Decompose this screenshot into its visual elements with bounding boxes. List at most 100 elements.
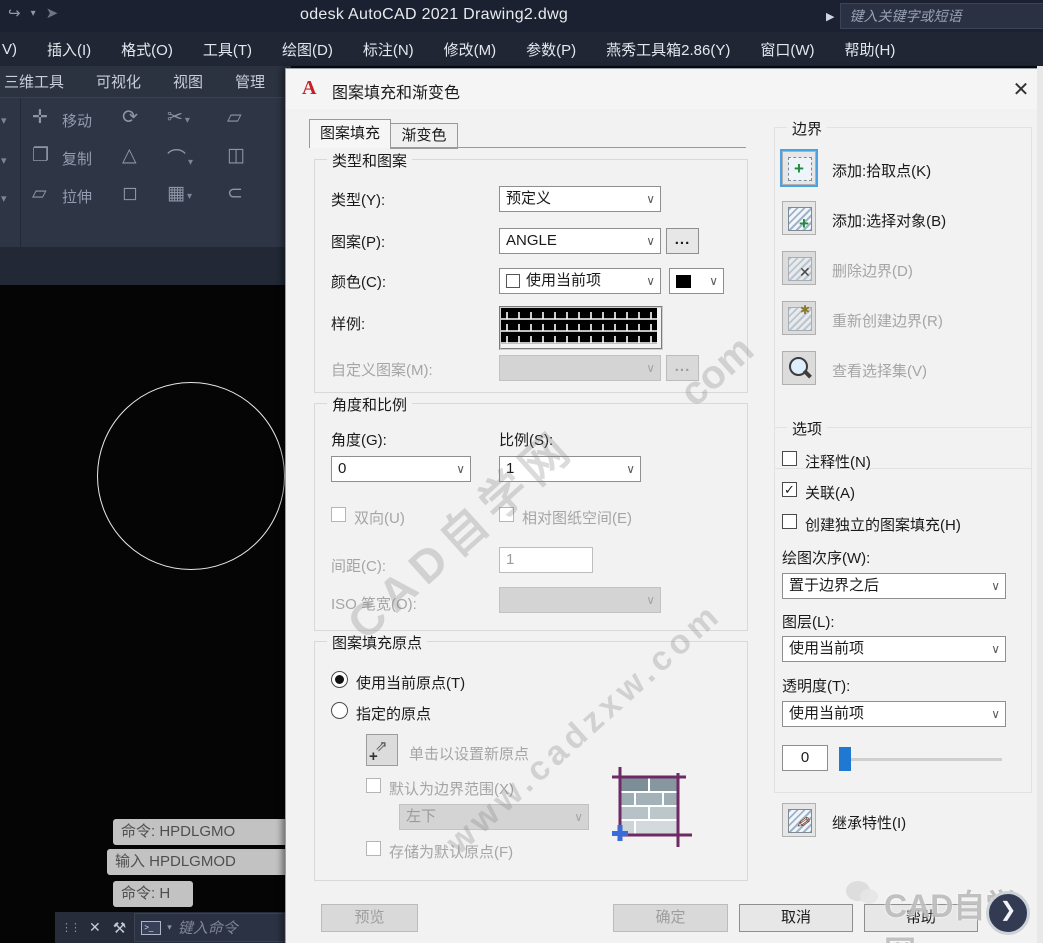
ribbon-tab-view[interactable]: 视图 — [173, 71, 203, 92]
tab-hatch[interactable]: 图案填充 — [309, 119, 391, 148]
inherit-properties-button[interactable]: ✎ — [782, 803, 816, 837]
chevron-down-icon: ∨ — [574, 805, 583, 829]
menu-draw[interactable]: 绘图(D) — [282, 39, 333, 60]
pattern-select[interactable]: ANGLE∨ — [499, 228, 661, 254]
next-arrow-button[interactable]: ❯ — [986, 891, 1030, 935]
transparency-slider-handle[interactable] — [839, 747, 851, 771]
search-go-icon[interactable]: ▶ — [826, 10, 834, 23]
specified-origin-radio[interactable] — [331, 702, 348, 719]
chevron-down-icon: ∨ — [646, 229, 655, 253]
window-title: odesk AutoCAD 2021 Drawing2.dwg — [300, 6, 568, 24]
fillet-icon[interactable]: ⌒▾ — [167, 144, 193, 171]
copy-icon[interactable]: ❐ — [32, 144, 49, 167]
edge-caret-icon[interactable]: ▾ — [1, 192, 7, 205]
menu-modify[interactable]: 修改(M) — [444, 39, 497, 60]
layer-select[interactable]: 使用当前项∨ — [782, 636, 1006, 662]
rotate-icon[interactable]: ⟳ — [122, 106, 138, 129]
scale-select[interactable]: 1∨ — [499, 456, 641, 482]
edge-caret-icon[interactable]: ▾ — [1, 154, 7, 167]
annotative-checkbox[interactable] — [782, 451, 797, 466]
titlebar: ↪ ▾ ➤ odesk AutoCAD 2021 Drawing2.dwg ▶ … — [0, 0, 1043, 32]
menu-window[interactable]: 窗口(W) — [760, 39, 814, 60]
menu-format[interactable]: 格式(O) — [121, 39, 173, 60]
add-pick-points-button[interactable]: + — [782, 151, 816, 185]
transparency-select[interactable]: 使用当前项∨ — [782, 701, 1006, 727]
drag-handle-icon[interactable]: ⋮⋮ — [61, 921, 79, 934]
command-input[interactable]: >_ ▾ 键入命令 — [134, 913, 285, 942]
menu-yanxiu-toolbox[interactable]: 燕秀工具箱2.86(Y) — [606, 39, 730, 60]
inherit-properties-label: 继承特性(I) — [832, 812, 906, 833]
hatch-gradient-dialog: A 图案填充和渐变色 ✕ 图案填充 渐变色 类型和图案 类型(Y): 预定义∨ … — [285, 68, 1039, 943]
close-cmdbar-icon[interactable]: ✕ — [89, 919, 101, 936]
menu-tools[interactable]: 工具(T) — [203, 39, 252, 60]
command-placeholder: 键入命令 — [178, 917, 238, 938]
box-icon[interactable]: ◫ — [227, 144, 245, 167]
pattern-browse-button[interactable]: ... — [666, 228, 699, 254]
spacing-input: 1 — [499, 547, 593, 573]
ribbon: 三维工具 可视化 视图 管理 ▾ ▾ ▾ ✛ 移动 ⟳ ✂▾ ▱ ❐ 复制 △ … — [0, 66, 291, 247]
help-search-input[interactable]: 键入关键字或短语 — [840, 3, 1043, 29]
fillet-caret-icon: ▾ — [188, 157, 193, 168]
drawn-circle[interactable] — [97, 382, 285, 570]
drawing-canvas[interactable]: 命令: HPDLGMO 输入 HPDLGMOD 命令: H ⋮⋮ ✕ ⚒ >_ … — [0, 285, 285, 943]
help-button[interactable]: 帮助 — [864, 904, 978, 932]
menu-help[interactable]: 帮助(H) — [845, 39, 896, 60]
separate-hatches-checkbox[interactable] — [782, 514, 797, 529]
prompt-icon: >_ — [141, 921, 161, 935]
add-select-objects-button[interactable]: + — [782, 201, 816, 235]
ribbon-tab-manage[interactable]: 管理 — [235, 71, 265, 92]
trim-icon[interactable]: ✂▾ — [167, 106, 190, 129]
cmd-history-2: 输入 HPDLGMOD — [107, 849, 301, 875]
layer-label: 图层(L): — [782, 611, 835, 632]
array-icon[interactable]: ▦▾ — [167, 182, 192, 205]
wrench-icon[interactable]: ⚒ — [113, 919, 126, 937]
erase-icon[interactable]: ▱ — [227, 106, 242, 129]
tab-gradient[interactable]: 渐变色 — [390, 123, 458, 149]
dialog-title: 图案填充和渐变色 — [332, 79, 460, 103]
qat-tool-icon[interactable]: ➤ — [46, 4, 59, 22]
stretch-label[interactable]: 拉伸 — [62, 186, 92, 207]
color-select[interactable]: 使用当前项∨ — [499, 268, 661, 294]
ribbon-tab-visualize[interactable]: 可视化 — [96, 71, 141, 92]
move-label[interactable]: 移动 — [62, 110, 92, 131]
edge-caret-icon[interactable]: ▾ — [1, 114, 7, 127]
cmd-history-3: 命令: H — [113, 881, 193, 907]
prompt-caret-icon[interactable]: ▾ — [167, 922, 172, 933]
background-color-select[interactable]: ∨ — [669, 268, 724, 294]
cancel-button[interactable]: 取消 — [739, 904, 853, 932]
view-selections-label: 查看选择集(V) — [832, 360, 927, 381]
stretch-icon[interactable]: ▱ — [32, 182, 47, 205]
copy-label[interactable]: 复制 — [62, 148, 92, 169]
redo-caret-icon[interactable]: ▾ — [31, 8, 36, 19]
click-set-origin-label: 单击以设置新原点 — [409, 743, 529, 764]
transparency-slider-track[interactable] — [842, 758, 1002, 761]
mirror-icon[interactable]: △ — [122, 144, 137, 167]
file-tab-strip — [0, 247, 291, 286]
move-icon[interactable]: ✛ — [32, 106, 48, 129]
pattern-sample-swatch[interactable] — [499, 306, 663, 350]
chevron-down-icon: ∨ — [991, 574, 1000, 598]
dialog-titlebar[interactable]: A 图案填充和渐变色 ✕ — [286, 69, 1038, 109]
iso-penwidth-select: ∨ — [499, 587, 661, 613]
draw-order-select[interactable]: 置于边界之后∨ — [782, 573, 1006, 599]
default-extents-label: 默认为边界范围(X) — [389, 778, 514, 799]
menu-insert[interactable]: 插入(I) — [47, 39, 91, 60]
menu-parametric[interactable]: 参数(P) — [526, 39, 576, 60]
add-select-objects-label: 添加:选择对象(B) — [832, 210, 946, 231]
ribbon-tab-3dtools[interactable]: 三维工具 — [4, 71, 64, 92]
type-pattern-group-title: 类型和图案 — [327, 150, 412, 171]
menu-dimension[interactable]: 标注(N) — [363, 39, 414, 60]
menu-view-partial[interactable]: V) — [2, 41, 17, 58]
use-current-origin-radio[interactable] — [331, 671, 348, 688]
scale-icon[interactable]: ◻ — [122, 182, 138, 205]
redo-icon[interactable]: ↪ — [8, 4, 21, 22]
trim-caret-icon: ▾ — [185, 115, 190, 126]
offset-icon[interactable]: ⊂ — [227, 182, 243, 205]
store-default-origin-checkbox — [366, 841, 381, 856]
associative-checkbox[interactable]: ✓ — [782, 482, 797, 497]
associative-label: 关联(A) — [805, 482, 855, 503]
angle-select[interactable]: 0∨ — [331, 456, 471, 482]
dialog-close-icon[interactable]: ✕ — [1008, 77, 1034, 102]
transparency-value-input[interactable]: 0 — [782, 745, 828, 771]
type-select[interactable]: 预定义∨ — [499, 186, 661, 212]
